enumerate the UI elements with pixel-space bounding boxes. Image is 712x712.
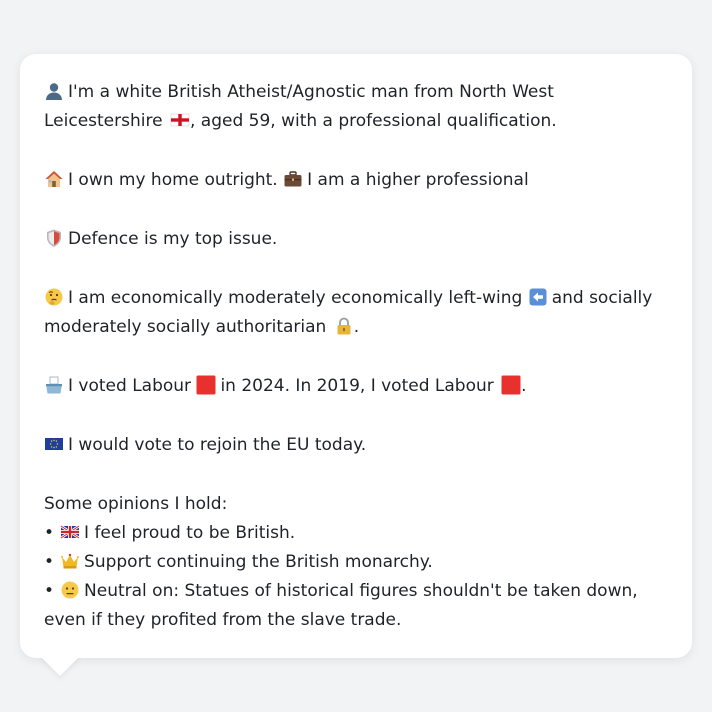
intro-paragraph: I'm a white British Atheist/Agnostic man… [44,78,668,136]
voting-paragraph: I voted Labour in 2024. In 2019, I voted… [44,372,668,401]
bullet: • [44,581,55,601]
list-item: • I feel proud to be British. [44,519,668,548]
vote-2024-text: I voted Labour [68,376,192,396]
red-square-icon [501,375,521,395]
opinion-text: Support continuing the British monarchy. [84,552,433,572]
opinion-text: Neutral on: Statues of historical figure… [44,581,638,630]
padlock-icon [334,316,354,336]
neutral-face-icon [60,580,80,600]
uk-flag-icon [60,522,80,542]
opinions-list: • I feel proud to be British. • Support … [44,519,668,635]
ballot-box-icon [44,375,64,395]
england-flag-icon [170,110,190,130]
vote-2019-text: in 2024. In 2019, I voted Labour [220,376,494,396]
opinion-text: I feel proud to be British. [84,523,296,543]
speech-bubble-tail [40,656,80,676]
person-silhouette-icon [44,81,64,101]
top-issue-paragraph: Defence is my top issue. [44,225,668,254]
opinions-heading: Some opinions I hold: [44,494,228,514]
red-square-icon [196,375,216,395]
list-item: • Neutral on: Statues of historical figu… [44,577,668,635]
economic-social-end: . [353,317,360,337]
voting-end: . [521,376,527,396]
persona-speech-bubble: I'm a white British Atheist/Agnostic man… [20,54,692,658]
left-arrow-icon [528,287,548,307]
job-text: I am a higher professional [307,170,529,190]
thinking-face-icon [44,287,64,307]
list-item: • Support continuing the British monarch… [44,548,668,577]
opinions-section: Some opinions I hold: • I feel proud to … [44,490,668,635]
intro-text-continued: , aged 59, with a professional qualifica… [189,111,557,131]
crown-icon [60,551,80,571]
eu-flag-icon [44,434,64,454]
home-text: I own my home outright. [68,170,278,190]
home-job-paragraph: I own my home outright. I am a higher pr… [44,166,668,195]
briefcase-icon [283,169,303,189]
shield-icon [44,228,64,248]
eu-paragraph: I would vote to rejoin the EU today. [44,431,668,460]
top-issue-text: Defence is my top issue. [68,229,278,249]
bullet: • [44,523,55,543]
house-icon [44,169,64,189]
bullet: • [44,552,55,572]
economic-text: I am economically moderately economicall… [68,288,523,308]
eu-text: I would vote to rejoin the EU today. [68,435,367,455]
economic-social-paragraph: I am economically moderately economicall… [44,284,668,342]
